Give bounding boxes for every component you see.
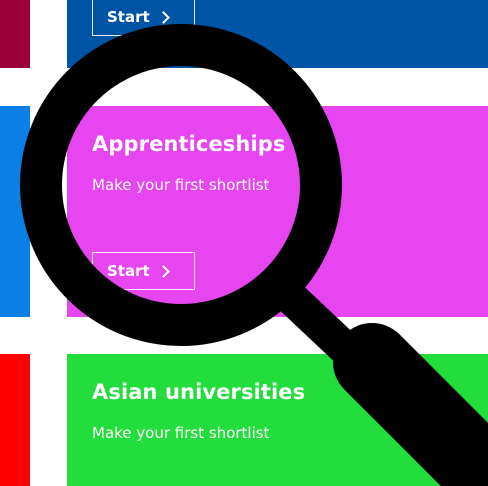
top-side-strip xyxy=(0,0,30,68)
apprenticeships-start-button[interactable]: Start xyxy=(92,252,195,290)
asian-universities-card[interactable]: Asian universities Make your first short… xyxy=(67,354,488,486)
top-card-start-button[interactable]: Start xyxy=(92,0,195,36)
apprenticeships-card[interactable]: Apprenticeships Make your first shortlis… xyxy=(67,106,488,317)
start-button-label: Start xyxy=(107,8,150,26)
card-title: Asian universities xyxy=(92,380,306,404)
card-subtitle: Make your first shortlist xyxy=(92,176,270,194)
card-title: Apprenticeships xyxy=(92,132,286,156)
bottom-side-strip xyxy=(0,354,30,486)
chevron-right-icon xyxy=(156,10,170,24)
middle-side-strip xyxy=(0,106,30,317)
top-card: Start xyxy=(67,0,488,68)
start-button-label: Start xyxy=(107,262,150,280)
card-subtitle: Make your first shortlist xyxy=(92,424,270,442)
chevron-right-icon xyxy=(156,264,170,278)
course-search-page: Start Apprenticeships Make your first sh… xyxy=(0,0,488,486)
